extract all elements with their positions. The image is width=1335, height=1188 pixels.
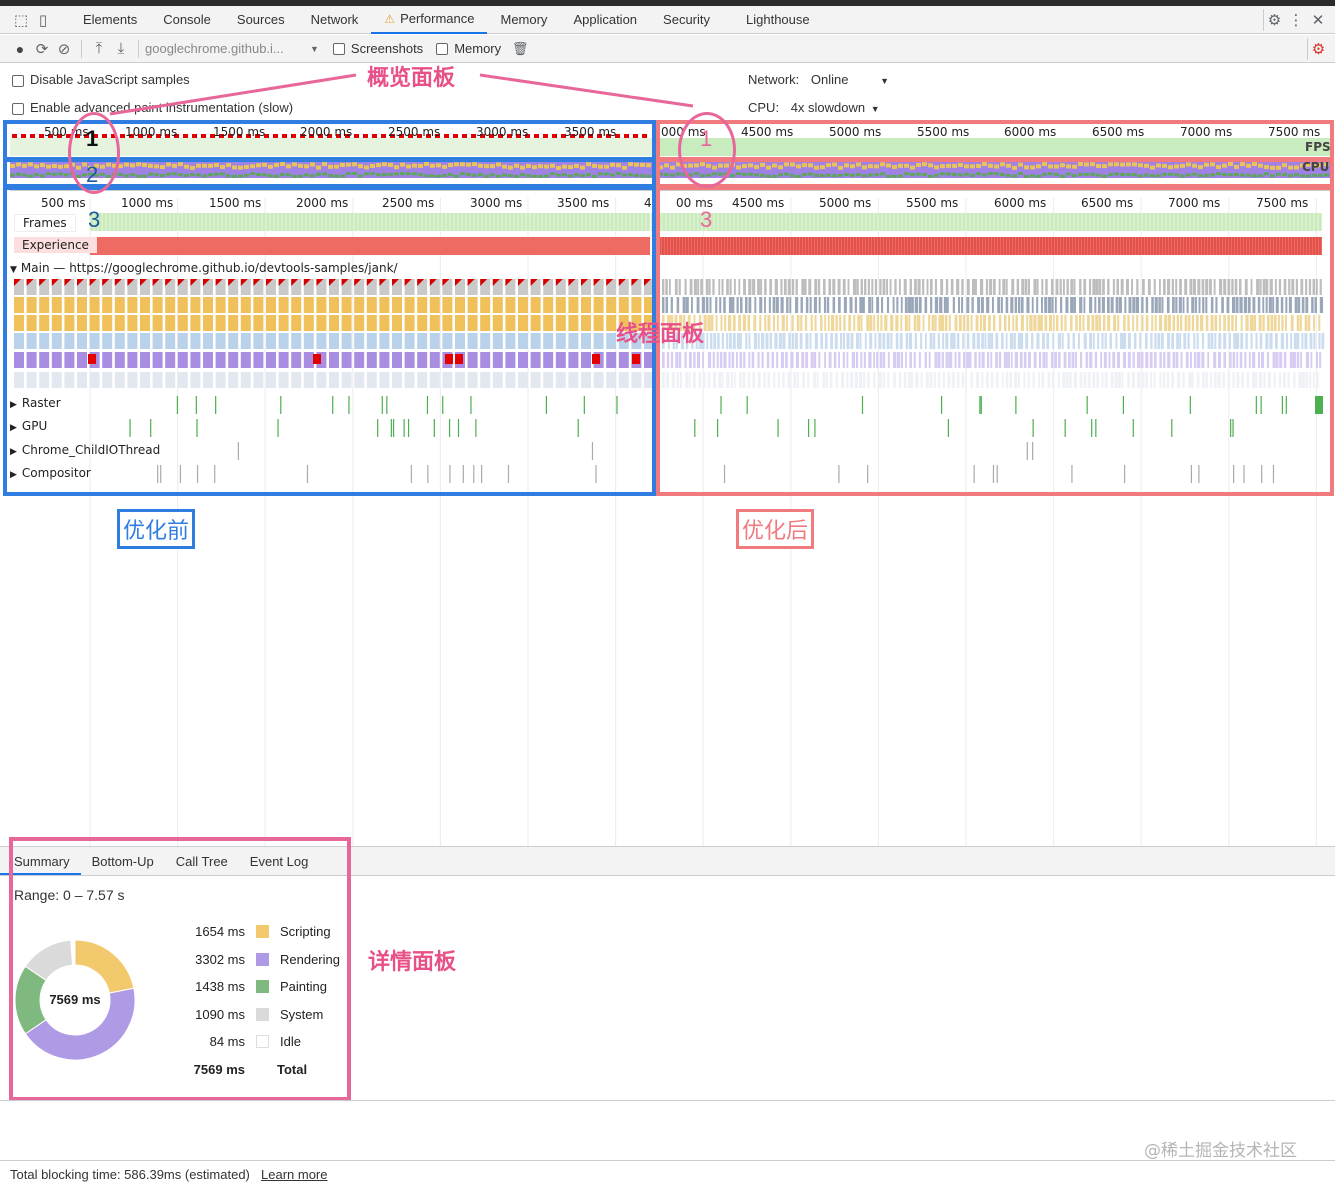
tab-network[interactable]: Network bbox=[298, 6, 372, 34]
before-thread-highlight bbox=[3, 186, 656, 496]
memory-label: Memory bbox=[454, 41, 502, 56]
network-chevron-icon[interactable]: ▼ bbox=[880, 76, 889, 86]
status-divider bbox=[0, 1100, 1335, 1101]
before-optimization-label: 优化前 bbox=[117, 509, 196, 549]
tbt-text: Total blocking time: 586.39ms (estimated… bbox=[10, 1167, 250, 1182]
tab-security[interactable]: Security bbox=[650, 6, 723, 34]
cpu-label: CPU: bbox=[748, 100, 780, 115]
cpu-throttle[interactable]: CPU: 4x slowdown ▼ bbox=[748, 100, 880, 115]
warning-icon: ⚠ bbox=[384, 11, 396, 26]
devtools-tabbar: ⬚ ▯ Elements Console Sources Network ⚠ P… bbox=[0, 6, 1335, 34]
learn-more-link[interactable]: Learn more bbox=[261, 1167, 327, 1182]
annotation-number-2: 2 bbox=[86, 162, 99, 187]
tab-elements[interactable]: Elements bbox=[70, 6, 150, 34]
network-throttle[interactable]: Network: Online ▼ bbox=[748, 72, 889, 87]
annotation-number-3-right: 3 bbox=[700, 207, 713, 232]
tab-sources[interactable]: Sources bbox=[224, 6, 298, 34]
tab-lighthouse[interactable]: Lighthouse bbox=[733, 6, 823, 34]
performance-toolbar: ● ⟳ ⊘ ⤒ ⤓ googlechrome.github.i... ▼ Scr… bbox=[0, 35, 1335, 63]
annotation-number-1-right: 1 bbox=[700, 126, 713, 151]
annotation-arrows bbox=[109, 73, 694, 116]
chevron-down-icon[interactable]: ▼ bbox=[310, 44, 319, 54]
clear-icon[interactable]: ⊘ bbox=[53, 38, 75, 60]
annotation-number-3: 3 bbox=[88, 207, 101, 232]
close-icon[interactable]: ✕ bbox=[1307, 9, 1329, 31]
screenshots-checkbox[interactable] bbox=[332, 42, 345, 55]
annotation-arrow-right bbox=[479, 73, 694, 108]
detail-panel-highlight bbox=[9, 837, 351, 1101]
after-overview-highlight bbox=[656, 120, 1334, 161]
network-label: Network: bbox=[748, 72, 800, 87]
reload-icon[interactable]: ⟳ bbox=[31, 38, 53, 60]
tab-performance[interactable]: ⚠ Performance bbox=[371, 6, 488, 34]
tab-memory[interactable]: Memory bbox=[487, 6, 560, 34]
recording-select[interactable]: googlechrome.github.i... bbox=[145, 41, 310, 56]
trash-icon[interactable]: 🗑 bbox=[509, 38, 531, 60]
inspect-element-icon[interactable]: ⬚ bbox=[10, 9, 32, 31]
memory-checkbox[interactable] bbox=[436, 42, 449, 55]
more-options-icon[interactable]: ⋮ bbox=[1285, 9, 1307, 31]
network-value[interactable]: Online bbox=[811, 72, 849, 87]
detail-panel-annotation: 详情面板 bbox=[368, 950, 457, 975]
download-icon[interactable]: ⤓ bbox=[110, 38, 132, 60]
screenshots-label: Screenshots bbox=[350, 41, 424, 56]
record-icon[interactable]: ● bbox=[9, 38, 31, 60]
upload-icon[interactable]: ⤒ bbox=[88, 38, 110, 60]
device-toolbar-icon[interactable]: ▯ bbox=[32, 9, 54, 31]
annotation-number-1: 1 bbox=[86, 126, 99, 151]
tab-performance-label: Performance bbox=[400, 10, 475, 26]
gear-icon[interactable]: ⚙ bbox=[1263, 8, 1285, 31]
tab-application[interactable]: Application bbox=[560, 6, 650, 34]
thread-panel-annotation: 线程面板 bbox=[616, 322, 705, 347]
after-cpu-highlight bbox=[656, 158, 1334, 188]
capture-settings-gear-icon[interactable]: ⚙ bbox=[1307, 37, 1329, 60]
annotation-arrow-left bbox=[109, 73, 357, 116]
watermark: @稀土掘金技术社区 bbox=[1144, 1141, 1297, 1161]
after-optimization-label: 优化后 bbox=[736, 509, 815, 549]
cpu-value[interactable]: 4x slowdown bbox=[791, 100, 865, 115]
status-bar: Total blocking time: 586.39ms (estimated… bbox=[0, 1160, 1335, 1188]
after-thread-highlight bbox=[656, 186, 1334, 496]
cpu-chevron-icon[interactable]: ▼ bbox=[871, 104, 880, 114]
tab-console[interactable]: Console bbox=[150, 6, 224, 34]
